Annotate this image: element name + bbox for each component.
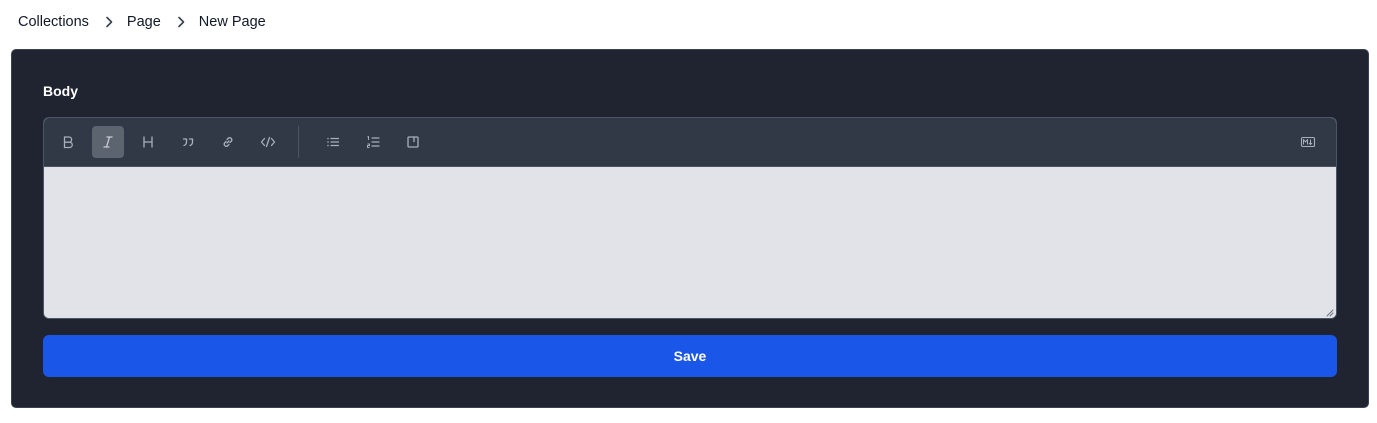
chevron-right-icon [174, 16, 188, 28]
code-button[interactable] [252, 126, 284, 158]
markdown-icon [1300, 135, 1316, 149]
bold-button[interactable] [52, 126, 84, 158]
chevron-right-icon [102, 16, 116, 28]
breadcrumb-item-page[interactable]: Page [127, 14, 161, 30]
heading-button[interactable] [132, 126, 164, 158]
italic-button[interactable] [92, 126, 124, 158]
markdown-button[interactable] [1292, 126, 1324, 158]
preview-icon [406, 135, 420, 149]
save-button[interactable]: Save [43, 335, 1337, 377]
markdown-editor [43, 117, 1337, 319]
link-button[interactable] [212, 126, 244, 158]
italic-icon [101, 135, 115, 149]
toolbar-divider [298, 126, 299, 158]
breadcrumb: Collections Page New Page [18, 11, 266, 33]
quote-icon [181, 135, 195, 149]
numbered-list-button[interactable] [357, 126, 389, 158]
numbered-list-icon [366, 135, 380, 149]
body-textarea[interactable] [44, 167, 1336, 318]
link-icon [221, 135, 235, 149]
heading-icon [141, 135, 155, 149]
body-field-label: Body [43, 83, 78, 99]
breadcrumb-item-new-page: New Page [198, 14, 266, 30]
bold-icon [61, 135, 75, 149]
breadcrumb-item-collections[interactable]: Collections [18, 14, 89, 30]
form-panel: Body Save [11, 49, 1369, 408]
preview-button[interactable] [397, 126, 429, 158]
resize-handle-icon[interactable] [1325, 308, 1334, 317]
bulleted-list-icon [326, 135, 340, 149]
quote-button[interactable] [172, 126, 204, 158]
code-icon [260, 135, 276, 149]
editor-toolbar [44, 118, 1336, 167]
toolbar-right [1292, 126, 1324, 158]
bulleted-list-button[interactable] [317, 126, 349, 158]
